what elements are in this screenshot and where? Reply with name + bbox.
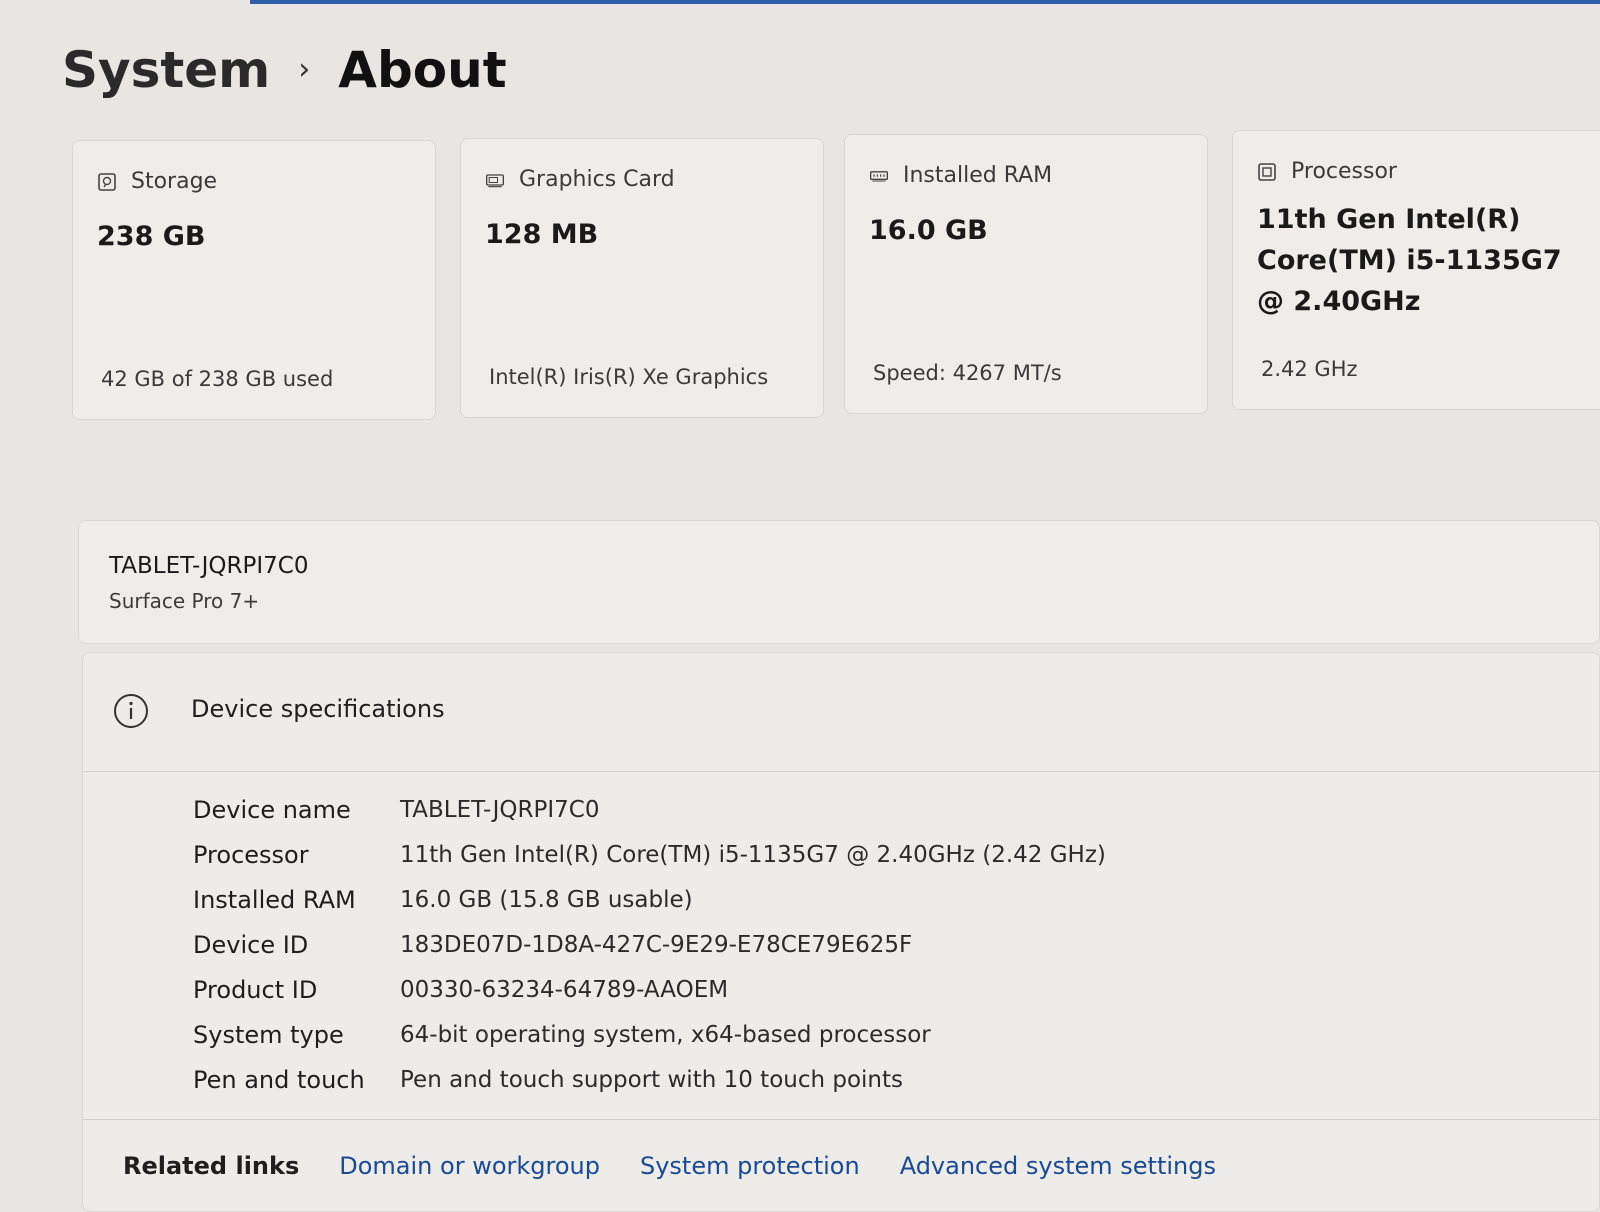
storage-card-title: Storage: [131, 169, 218, 194]
graphics-card-card[interactable]: Graphics Card 128 MB Intel(R) Iris(R) Xe…: [460, 138, 824, 418]
spec-value[interactable]: 11th Gen Intel(R) Core(TM) i5-1135G7 @ 2…: [400, 842, 1106, 868]
spec-row-device-name: Device name TABLET-JQRPI7C0: [193, 787, 1493, 832]
processor-card-value: 11th Gen Intel(R) Core(TM) i5-1135G7 @ 2…: [1257, 204, 1562, 317]
spec-label: Installed RAM: [193, 885, 356, 914]
spec-label: Processor: [193, 840, 309, 869]
device-banner[interactable]: TABLET-JQRPI7C0 Surface Pro 7+: [78, 520, 1600, 644]
device-name: TABLET-JQRPI7C0: [109, 553, 309, 579]
ram-card-value: 16.0 GB: [869, 215, 988, 246]
spec-rows: Device name TABLET-JQRPI7C0 Processor 11…: [193, 787, 1493, 1102]
storage-card-header: Storage: [97, 169, 217, 194]
spec-row-installed-ram: Installed RAM 16.0 GB (15.8 GB usable): [193, 877, 1493, 922]
device-specifications-title: Device specifications: [191, 695, 445, 723]
ram-card-header: Installed RAM: [869, 163, 1052, 188]
spec-label: Product ID: [193, 975, 318, 1004]
graphics-card-icon: [485, 170, 505, 190]
spec-row-processor: Processor 11th Gen Intel(R) Core(TM) i5-…: [193, 832, 1493, 877]
processor-card[interactable]: Processor 11th Gen Intel(R) Core(TM) i5-…: [1232, 130, 1600, 410]
storage-card-footer: 42 GB of 238 GB used: [101, 367, 334, 391]
processor-icon: [1257, 162, 1277, 182]
storage-icon: [97, 172, 117, 192]
graphics-card-value: 128 MB: [485, 219, 599, 250]
spec-value[interactable]: 64-bit operating system, x64-based proce…: [400, 1022, 931, 1048]
storage-card[interactable]: Storage 238 GB 42 GB of 238 GB used: [72, 140, 436, 420]
spec-label: Device ID: [193, 930, 309, 959]
ram-card[interactable]: Installed RAM 16.0 GB Speed: 4267 MT/s: [844, 134, 1208, 414]
window-accent-bar: [250, 0, 1600, 4]
device-specifications-header[interactable]: Device specifications: [83, 653, 1599, 772]
spec-value[interactable]: Pen and touch support with 10 touch poin…: [400, 1067, 903, 1093]
ram-card-title: Installed RAM: [903, 163, 1053, 188]
device-specifications-panel: Device specifications Device name TABLET…: [82, 652, 1600, 1212]
spec-row-device-id: Device ID 183DE07D-1D8A-427C-9E29-E78CE7…: [193, 922, 1493, 967]
info-icon: [113, 693, 149, 729]
ram-icon: [869, 166, 889, 186]
spec-label: Pen and touch: [193, 1065, 365, 1094]
breadcrumb: System › About: [62, 40, 507, 100]
graphics-card-header: Graphics Card: [485, 167, 675, 192]
spec-row-system-type: System type 64-bit operating system, x64…: [193, 1012, 1493, 1057]
storage-card-value: 238 GB: [97, 221, 206, 252]
related-links-bar: Related links Domain or workgroup System…: [83, 1119, 1599, 1210]
spec-row-product-id: Product ID 00330-63234-64789-AAOEM: [193, 967, 1493, 1012]
spec-value[interactable]: 00330-63234-64789-AAOEM: [400, 977, 728, 1003]
advanced-system-settings-link[interactable]: Advanced system settings: [900, 1152, 1216, 1180]
processor-card-title: Processor: [1291, 159, 1397, 184]
graphics-card-footer: Intel(R) Iris(R) Xe Graphics: [489, 365, 769, 389]
spec-label: System type: [193, 1020, 344, 1049]
graphics-card-title: Graphics Card: [519, 167, 675, 192]
processor-card-footer: 2.42 GHz: [1261, 357, 1358, 381]
device-model: Surface Pro 7+: [109, 589, 260, 613]
system-protection-link[interactable]: System protection: [640, 1152, 860, 1180]
page-title: About: [338, 41, 507, 99]
breadcrumb-parent[interactable]: System: [62, 40, 270, 100]
spec-label: Device name: [193, 795, 351, 824]
ram-card-footer: Speed: 4267 MT/s: [873, 361, 1062, 385]
spec-value[interactable]: TABLET-JQRPI7C0: [400, 797, 600, 823]
domain-or-workgroup-link[interactable]: Domain or workgroup: [339, 1152, 600, 1180]
spec-value[interactable]: 16.0 GB (15.8 GB usable): [400, 887, 693, 913]
related-links-label: Related links: [123, 1152, 300, 1180]
spec-row-pen-and-touch: Pen and touch Pen and touch support with…: [193, 1057, 1493, 1102]
spec-value[interactable]: 183DE07D-1D8A-427C-9E29-E78CE79E625F: [400, 932, 912, 958]
processor-card-header: Processor: [1257, 159, 1397, 184]
chevron-right-icon: ›: [298, 52, 311, 87]
